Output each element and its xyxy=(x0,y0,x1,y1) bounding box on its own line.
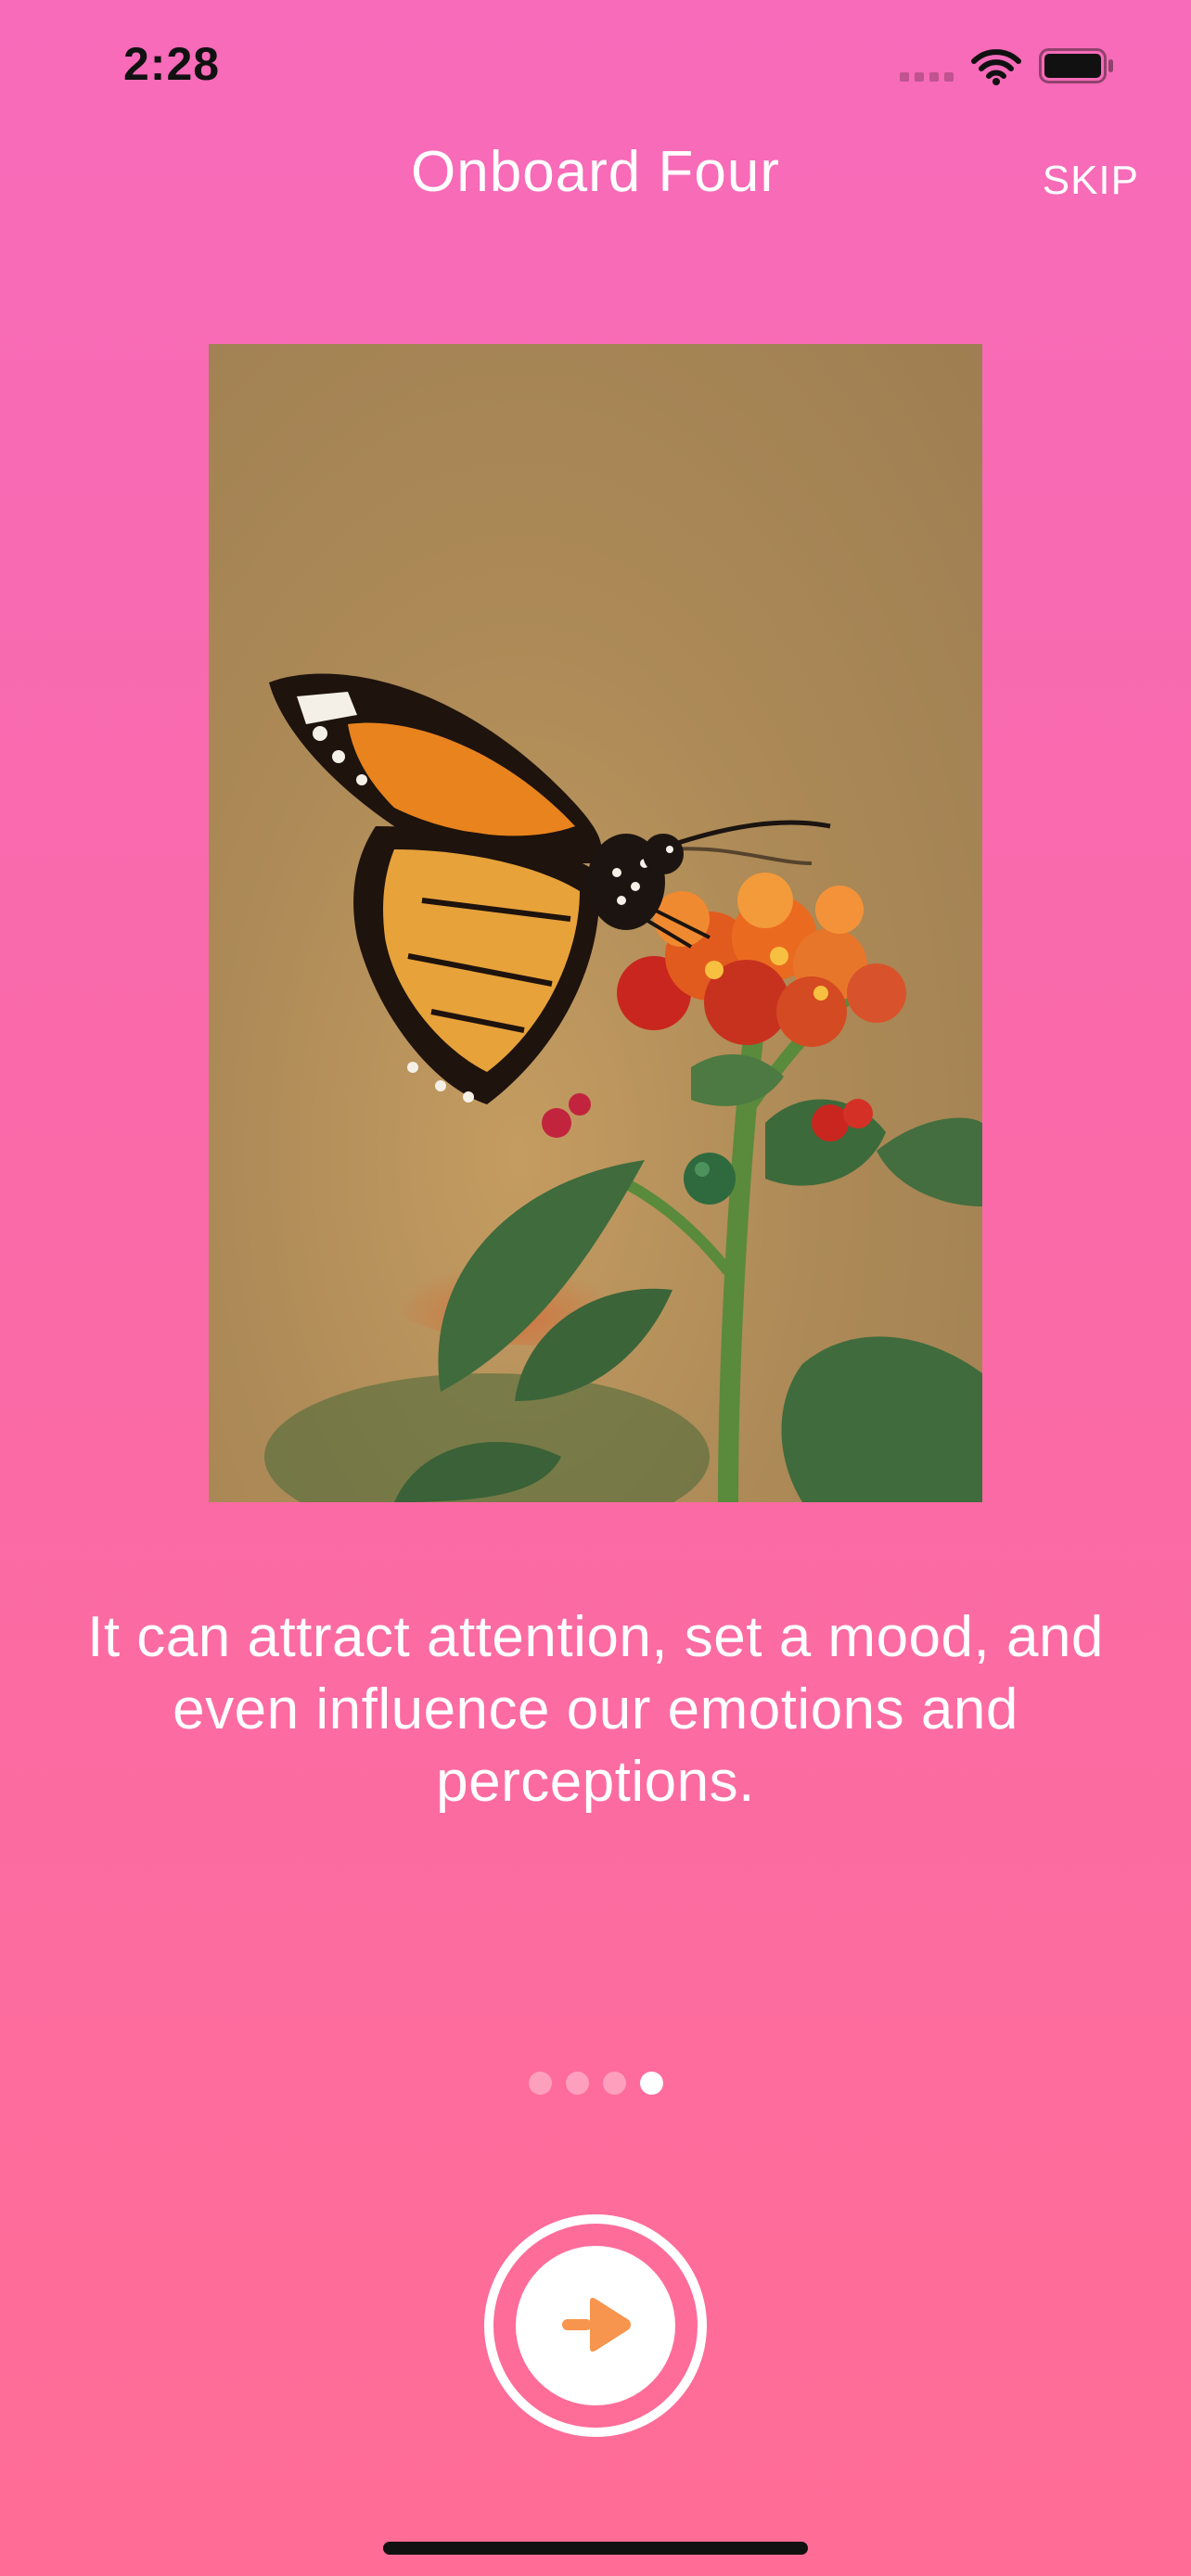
status-bar: 2:28 xyxy=(0,0,1191,130)
page-title: Onboard Four xyxy=(411,140,780,204)
next-button-face[interactable] xyxy=(516,2246,675,2405)
home-indicator[interactable] xyxy=(383,2542,808,2555)
page-dot-3[interactable] xyxy=(602,2072,626,2095)
next-button[interactable] xyxy=(484,2214,707,2437)
page-dot-4-active[interactable] xyxy=(639,2072,663,2095)
page-dot-2[interactable] xyxy=(565,2072,589,2095)
onboarding-description: It can attract attention, set a mood, an… xyxy=(87,1605,1104,1814)
status-time: 2:28 xyxy=(123,38,221,90)
wifi-icon xyxy=(971,49,1021,85)
arrow-right-icon xyxy=(562,2298,631,2352)
cellular-signal-icon xyxy=(900,72,957,82)
skip-button[interactable]: SKIP xyxy=(1043,158,1139,204)
onboarding-screen: 2:28 Onboard Four SKIP It can attract at… xyxy=(0,0,1191,2576)
page-indicator[interactable] xyxy=(0,2072,1191,2095)
onboarding-image xyxy=(209,344,982,1502)
page-dot-1[interactable] xyxy=(528,2072,552,2095)
battery-icon xyxy=(1039,48,1113,83)
butterfly-flower-illustration xyxy=(264,673,982,1502)
